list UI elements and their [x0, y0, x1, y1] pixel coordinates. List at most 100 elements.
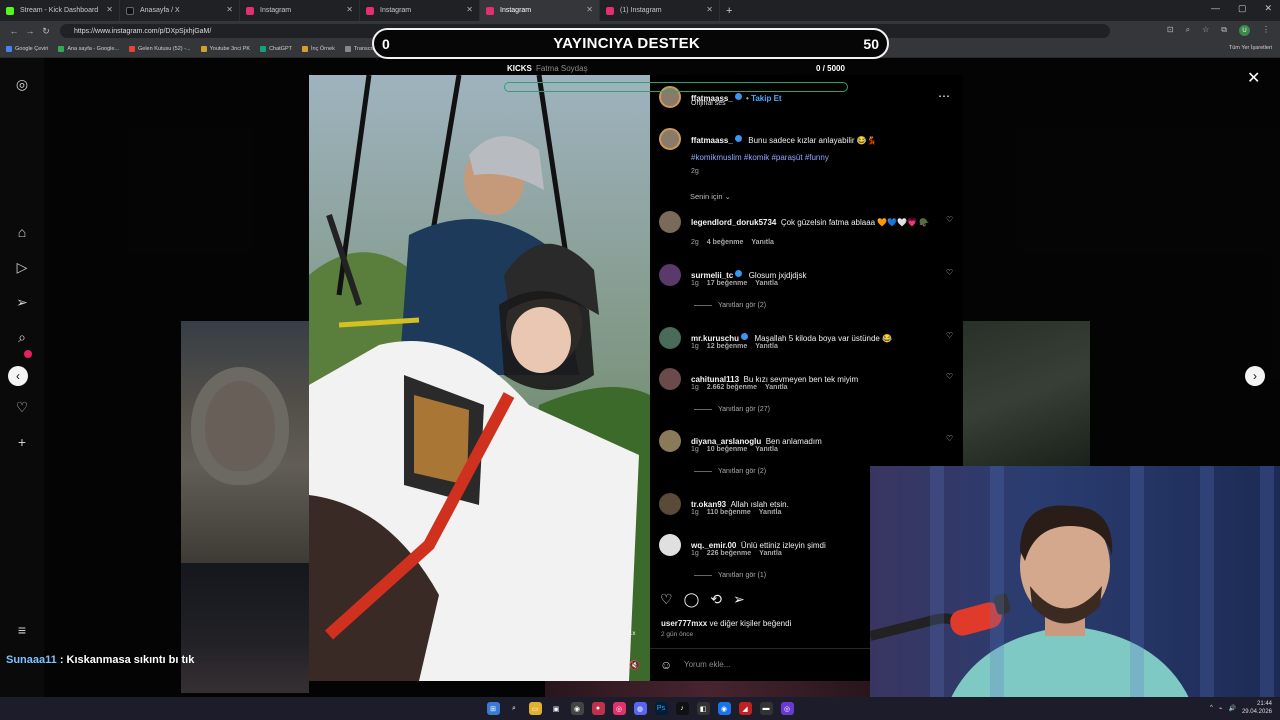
search-icon[interactable]: ⌕	[13, 329, 31, 346]
comment-like-icon[interactable]: ♡	[946, 434, 953, 443]
emoji-icon[interactable]: ☺	[660, 658, 672, 672]
comment-likes[interactable]: 2.662 beğenme	[707, 384, 757, 391]
extensions-icon[interactable]: ⧉	[1221, 25, 1227, 36]
comment-like-icon[interactable]: ♡	[946, 215, 953, 224]
repost-icon[interactable]: ⟲	[710, 591, 722, 608]
menu-icon[interactable]: ⋮	[1262, 25, 1270, 36]
reload-icon[interactable]: ↻	[38, 26, 54, 37]
comment-like-icon[interactable]: ♡	[946, 268, 953, 277]
author-avatar[interactable]	[659, 128, 681, 150]
profile-avatar[interactable]: U	[1239, 25, 1250, 36]
photoshop-icon[interactable]: Ps	[654, 702, 668, 715]
previous-post-button[interactable]: ‹	[8, 366, 28, 386]
instagram-logo-icon[interactable]: ◎	[13, 76, 31, 93]
comment-like-icon[interactable]: ♡	[946, 372, 953, 381]
commenter-username[interactable]: legendlord_doruk5734	[691, 218, 776, 227]
post-hashtags[interactable]: #komikmuslim #komik #paraşüt #funny	[691, 153, 829, 162]
back-icon[interactable]: ←	[6, 26, 22, 36]
more-options-icon[interactable]: ⋯	[938, 89, 951, 103]
start-icon[interactable]: ⊞	[486, 702, 500, 715]
reply-button[interactable]: Yanıtla	[759, 550, 782, 557]
browser-tab[interactable]: Stream - Kick Dashboard ✕	[0, 0, 120, 21]
bookmark-item[interactable]: Google Çeviri	[6, 46, 48, 52]
home-icon[interactable]: ⌂	[13, 224, 31, 240]
volume-icon[interactable]: 🔊	[1228, 705, 1235, 712]
comment-likes[interactable]: 17 beğenme	[707, 280, 747, 287]
new-tab-icon[interactable]: +	[726, 5, 732, 17]
commenter-username[interactable]: mr.kuruschu	[691, 334, 739, 343]
tray-chevron-icon[interactable]: ^	[1210, 705, 1213, 711]
task-view-icon[interactable]: ▣	[550, 702, 563, 715]
follow-button[interactable]: Takip Et	[751, 94, 782, 103]
notifications-heart-icon[interactable]: ♡	[13, 399, 31, 416]
app-icon[interactable]: ◧	[696, 702, 710, 715]
more-menu-icon[interactable]: ≡	[13, 622, 31, 638]
browser-tab[interactable]: Instagram ✕	[240, 0, 360, 21]
zoom-icon[interactable]: ⌕	[1186, 25, 1190, 36]
close-modal-icon[interactable]: ✕	[1247, 68, 1260, 88]
playback-speed-icon[interactable]: 1x	[629, 631, 635, 637]
comment-likes[interactable]: 10 beğenme	[707, 446, 747, 453]
commenter-username[interactable]: diyana_arslanoglu	[691, 437, 761, 446]
comment-likes[interactable]: 110 beğenme	[707, 509, 751, 516]
close-tab-icon[interactable]: ✕	[706, 5, 713, 14]
reply-button[interactable]: Yanıtla	[759, 509, 782, 516]
like-icon[interactable]: ♡	[660, 591, 673, 608]
bookmark-item[interactable]: ChatGPT	[260, 46, 292, 52]
close-tab-icon[interactable]: ✕	[346, 5, 353, 14]
comment-input[interactable]: Yorum ekle...	[684, 660, 730, 669]
search-icon[interactable]: ⌕	[508, 702, 521, 715]
reply-button[interactable]: Yanıtla	[755, 343, 778, 350]
reply-button[interactable]: Yanıtla	[755, 280, 778, 287]
commenter-avatar[interactable]	[659, 368, 681, 390]
comment-like-icon[interactable]: ♡	[946, 331, 953, 340]
maximize-icon[interactable]: ▢	[1238, 3, 1247, 14]
reply-button[interactable]: Yanıtla	[755, 446, 778, 453]
commenter-avatar[interactable]	[659, 211, 681, 233]
bookmark-item[interactable]: İnç Örnek	[302, 46, 335, 52]
comment-sort-dropdown[interactable]: Senin için ⌄	[690, 192, 731, 201]
app-icon[interactable]: ▬	[759, 702, 773, 715]
create-icon[interactable]: +	[13, 434, 31, 450]
tiktok-icon[interactable]: ♪	[675, 702, 689, 715]
commenter-avatar[interactable]	[659, 327, 681, 349]
messages-icon[interactable]: ➢	[13, 294, 31, 311]
close-tab-icon[interactable]: ✕	[466, 5, 473, 14]
next-post-button[interactable]: ›	[1245, 366, 1265, 386]
instagram-icon[interactable]: ◎	[612, 702, 626, 715]
close-tab-icon[interactable]: ✕	[586, 5, 593, 14]
commenter-avatar[interactable]	[659, 493, 681, 515]
reply-button[interactable]: Yanıtla	[765, 384, 788, 391]
commenter-avatar[interactable]	[659, 534, 681, 556]
forward-icon[interactable]: →	[22, 26, 38, 36]
commenter-avatar[interactable]	[659, 430, 681, 452]
file-explorer-icon[interactable]: ▭	[528, 702, 542, 715]
star-icon[interactable]: ☆	[1202, 25, 1209, 36]
bookmark-item[interactable]: Youtube 3nci PK	[200, 46, 250, 52]
commenter-username[interactable]: surmelii_tc	[691, 271, 733, 280]
clock[interactable]: 21:44 29.04.2026	[1242, 700, 1272, 716]
minimize-icon[interactable]: —	[1211, 3, 1220, 14]
chrome-icon[interactable]: ◉	[717, 702, 731, 715]
commenter-username[interactable]: cahitunal113	[691, 375, 739, 384]
browser-tab[interactable]: (1) Instagram ✕	[600, 0, 720, 21]
discord-icon[interactable]: ◍	[633, 702, 647, 715]
bookmark-item[interactable]: Gelen Kutusu (52) -...	[129, 46, 191, 52]
comment-likes[interactable]: 12 beğenme	[707, 343, 747, 350]
all-bookmarks-button[interactable]: Tüm Yer İşaretleri	[1229, 45, 1272, 51]
view-replies-button[interactable]: Yanıtları gör (27)	[694, 406, 770, 413]
install-icon[interactable]: ⊡	[1167, 25, 1174, 36]
audio-label[interactable]: Orijinal ses	[691, 100, 726, 107]
share-icon[interactable]: ➢	[733, 591, 745, 608]
browser-tab[interactable]: Anasayfa / X ✕	[120, 0, 240, 21]
app-icon[interactable]: ◎	[780, 702, 794, 715]
commenter-avatar[interactable]	[659, 264, 681, 286]
commenter-username[interactable]: wq._emir.00	[691, 541, 736, 550]
comment-likes[interactable]: 4 beğenme	[707, 239, 744, 246]
close-tab-icon[interactable]: ✕	[106, 5, 113, 14]
comment-icon[interactable]: ◯	[684, 591, 700, 608]
network-icon[interactable]: ⌁	[1219, 705, 1223, 712]
view-replies-button[interactable]: Yanıtları gör (2)	[694, 302, 766, 309]
mute-icon[interactable]: 🔇	[629, 660, 640, 671]
browser-tab[interactable]: Instagram ✕	[360, 0, 480, 21]
